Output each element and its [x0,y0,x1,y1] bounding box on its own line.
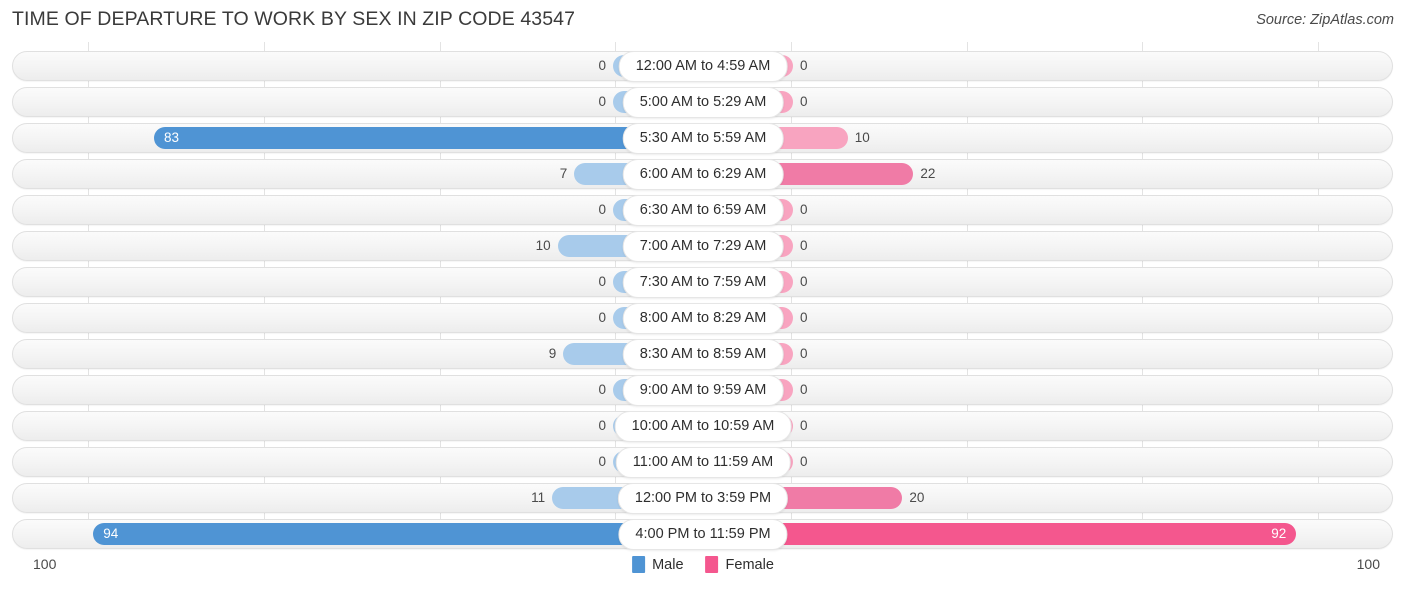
source-attribution: Source: ZipAtlas.com [1256,12,1394,28]
category-label: 11:00 AM to 11:59 AM [615,447,791,478]
category-label: 9:00 AM to 9:59 AM [622,375,784,406]
chart-footer: 100 Male Female 100 [0,552,1406,588]
bar-female[interactable]: 92 [703,523,1297,545]
category-label: 5:00 AM to 5:29 AM [622,87,784,118]
bar-value-female: 0 [800,274,808,289]
category-label: 8:30 AM to 8:59 AM [622,339,784,370]
bar-value-male: 0 [598,418,606,433]
category-label: 7:00 AM to 7:29 AM [622,231,784,262]
bar-value-male: 0 [598,310,606,325]
bar-value-female: 0 [800,418,808,433]
category-label: 12:00 AM to 4:59 AM [618,51,788,82]
chart-rows: 0 0 12:00 AM to 4:59 AM 0 0 5:00 AM to 5:29 A… [0,42,1406,552]
chart-row: 0 0 10:00 AM to 10:59 AM [0,408,1406,444]
chart-row: 0 0 6:30 AM to 6:59 AM [0,192,1406,228]
bar-value-female: 0 [800,94,808,109]
bar-value-female: 22 [920,166,936,181]
bar-value-female: 92 [1271,526,1287,541]
axis-label-right: 100 [1356,556,1380,572]
bar-value-female: 0 [800,202,808,217]
bar-value-female: 0 [800,382,808,397]
chart-row: 0 0 7:30 AM to 7:59 AM [0,264,1406,300]
legend-swatch-male-icon [632,556,646,573]
bar-value-male: 0 [598,382,606,397]
bar-value-female: 20 [909,490,925,505]
bar-value-female: 0 [800,454,808,469]
bar-value-female: 0 [800,346,808,361]
bar-male[interactable]: 83 [154,127,703,149]
bar-value-male: 10 [535,238,551,253]
legend-item-male[interactable]: Male [632,556,684,573]
chart-header: TIME OF DEPARTURE TO WORK BY SEX IN ZIP … [0,0,1406,42]
bar-value-female: 10 [854,130,870,145]
bar-value-female: 0 [800,238,808,253]
chart-legend: Male Female [632,556,774,573]
category-label: 12:00 PM to 3:59 PM [617,483,789,514]
bar-value-male: 83 [164,130,180,145]
bar-value-male: 0 [598,454,606,469]
legend-label-female: Female [725,556,774,573]
category-label: 8:00 AM to 8:29 AM [622,303,784,334]
bar-value-female: 0 [800,310,808,325]
chart-row: 11 20 12:00 PM to 3:59 PM [0,480,1406,516]
chart-row: 9 0 8:30 AM to 8:59 AM [0,336,1406,372]
chart-plot-area: 0 0 12:00 AM to 4:59 AM 0 0 5:00 AM to 5:29 A… [0,42,1406,550]
category-label: 6:00 AM to 6:29 AM [622,159,784,190]
legend-label-male: Male [652,556,684,573]
chart-row: 94 92 4:00 PM to 11:59 PM [0,516,1406,552]
category-label: 7:30 AM to 7:59 AM [622,267,784,298]
chart-row: 0 0 9:00 AM to 9:59 AM [0,372,1406,408]
bar-value-female: 0 [800,58,808,73]
axis-label-left: 100 [33,556,57,572]
chart-row: 0 0 12:00 AM to 4:59 AM [0,48,1406,84]
bar-value-male: 94 [103,526,119,541]
chart-row: 7 22 6:00 AM to 6:29 AM [0,156,1406,192]
bar-value-male: 0 [598,94,606,109]
bar-value-male: 7 [559,166,568,181]
bar-value-male: 0 [598,274,606,289]
category-label: 6:30 AM to 6:59 AM [622,195,784,226]
chart-row: 0 0 8:00 AM to 8:29 AM [0,300,1406,336]
category-label: 5:30 AM to 5:59 AM [622,123,784,154]
chart-row: 0 0 11:00 AM to 11:59 AM [0,444,1406,480]
category-label: 10:00 AM to 10:59 AM [614,411,792,442]
chart-row: 0 0 5:00 AM to 5:29 AM [0,84,1406,120]
legend-swatch-female-icon [705,556,719,573]
bar-value-male: 11 [531,490,546,505]
bar-value-male: 0 [598,58,606,73]
bar-value-male: 0 [598,202,606,217]
category-label: 4:00 PM to 11:59 PM [618,519,788,550]
page-title: TIME OF DEPARTURE TO WORK BY SEX IN ZIP … [12,8,576,30]
chart-row: 83 10 5:30 AM to 5:59 AM [0,120,1406,156]
bar-value-male: 9 [548,346,557,361]
legend-item-female[interactable]: Female [705,556,774,573]
bar-male[interactable]: 94 [93,523,703,545]
chart-row: 10 0 7:00 AM to 7:29 AM [0,228,1406,264]
